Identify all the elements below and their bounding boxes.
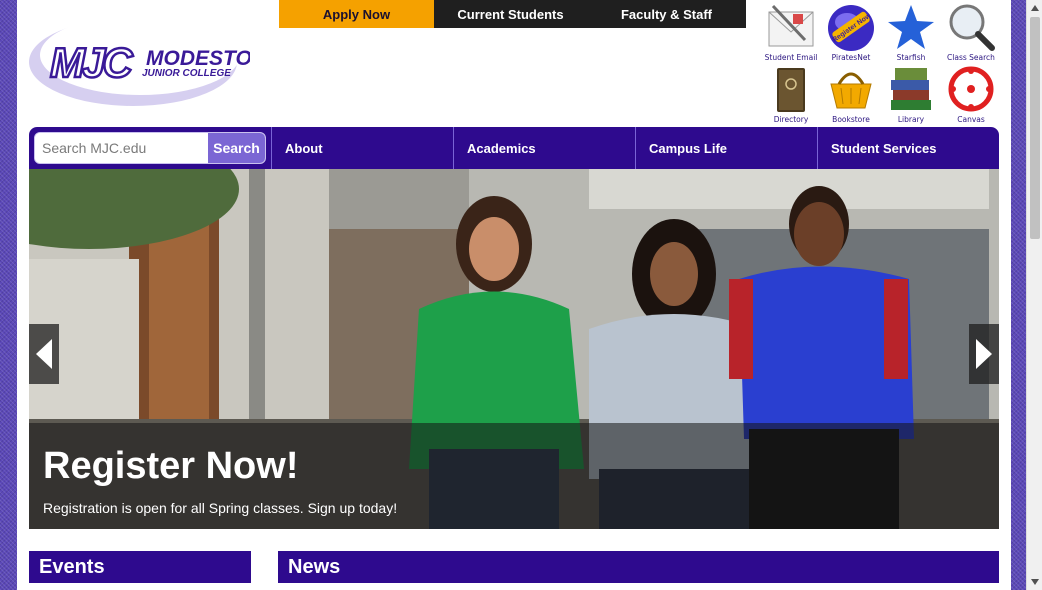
- nav-campus-life[interactable]: Campus Life: [635, 127, 817, 169]
- page: MJC MODESTO JUNIOR COLLEGE Apply Now Cur…: [17, 0, 1011, 590]
- vertical-scrollbar[interactable]: [1026, 0, 1042, 590]
- quicklink-directory[interactable]: Directory: [761, 62, 821, 124]
- envelope-icon: [768, 4, 814, 47]
- shopping-basket-icon: [830, 72, 872, 109]
- triangle-up-icon: [1031, 5, 1039, 11]
- nav-about[interactable]: About: [271, 127, 453, 169]
- scroll-down-button[interactable]: [1027, 574, 1042, 590]
- logo-line2: JUNIOR COLLEGE: [142, 68, 231, 79]
- books-stack-icon: [891, 68, 931, 110]
- current-students-link[interactable]: Current Students: [434, 0, 587, 28]
- slider-next-button[interactable]: [969, 324, 999, 384]
- logo-monogram: MJC: [50, 39, 133, 86]
- star-icon: [888, 5, 934, 49]
- nav-student-services[interactable]: Student Services: [817, 127, 999, 169]
- canvas-icon: [948, 66, 994, 112]
- faculty-staff-link[interactable]: Faculty & Staff: [587, 0, 746, 28]
- slider-prev-button[interactable]: [29, 324, 59, 384]
- book-icon: [777, 68, 805, 112]
- search-box: Search: [34, 132, 266, 164]
- apply-now-link[interactable]: Apply Now: [279, 0, 434, 28]
- logo-line1: MODESTO: [146, 47, 250, 70]
- arrow-left-icon: [36, 339, 52, 369]
- quicklink-canvas[interactable]: Canvas: [941, 62, 1001, 124]
- scroll-up-button[interactable]: [1027, 0, 1042, 16]
- quick-links: Student Email Register Now PiratesNet St…: [761, 0, 1001, 124]
- news-heading: News: [278, 551, 999, 583]
- quicklink-library[interactable]: Library: [881, 62, 941, 124]
- globe-icon: Register Now: [828, 5, 874, 51]
- search-input[interactable]: [35, 133, 209, 163]
- quicklink-bookstore[interactable]: Bookstore: [821, 62, 881, 124]
- scroll-thumb[interactable]: [1030, 17, 1040, 239]
- hero-caption: Register Now! Registration is open for a…: [29, 423, 999, 529]
- arrow-right-icon: [976, 339, 992, 369]
- hero-slider[interactable]: Register Now! Registration is open for a…: [29, 169, 999, 529]
- utility-nav: Apply Now Current Students Faculty & Sta…: [279, 0, 746, 28]
- quicklink-piratesnet[interactable]: Register Now PiratesNet: [821, 0, 881, 62]
- triangle-down-icon: [1031, 579, 1039, 585]
- quicklink-student-email[interactable]: Student Email: [761, 0, 821, 62]
- mjc-logo[interactable]: MJC MODESTO JUNIOR COLLEGE: [28, 15, 252, 109]
- quicklink-starfish[interactable]: Starfish: [881, 0, 941, 62]
- search-button[interactable]: Search: [208, 133, 265, 163]
- quicklink-class-search[interactable]: Class Search: [941, 0, 1001, 62]
- hero-text: Registration is open for all Spring clas…: [43, 500, 398, 516]
- main-nav: Search About Academics Campus Life Stude…: [29, 127, 999, 169]
- hero-title[interactable]: Register Now!: [43, 445, 298, 488]
- magnifier-icon: [949, 4, 995, 51]
- events-heading: Events: [29, 551, 251, 583]
- nav-academics[interactable]: Academics: [453, 127, 635, 169]
